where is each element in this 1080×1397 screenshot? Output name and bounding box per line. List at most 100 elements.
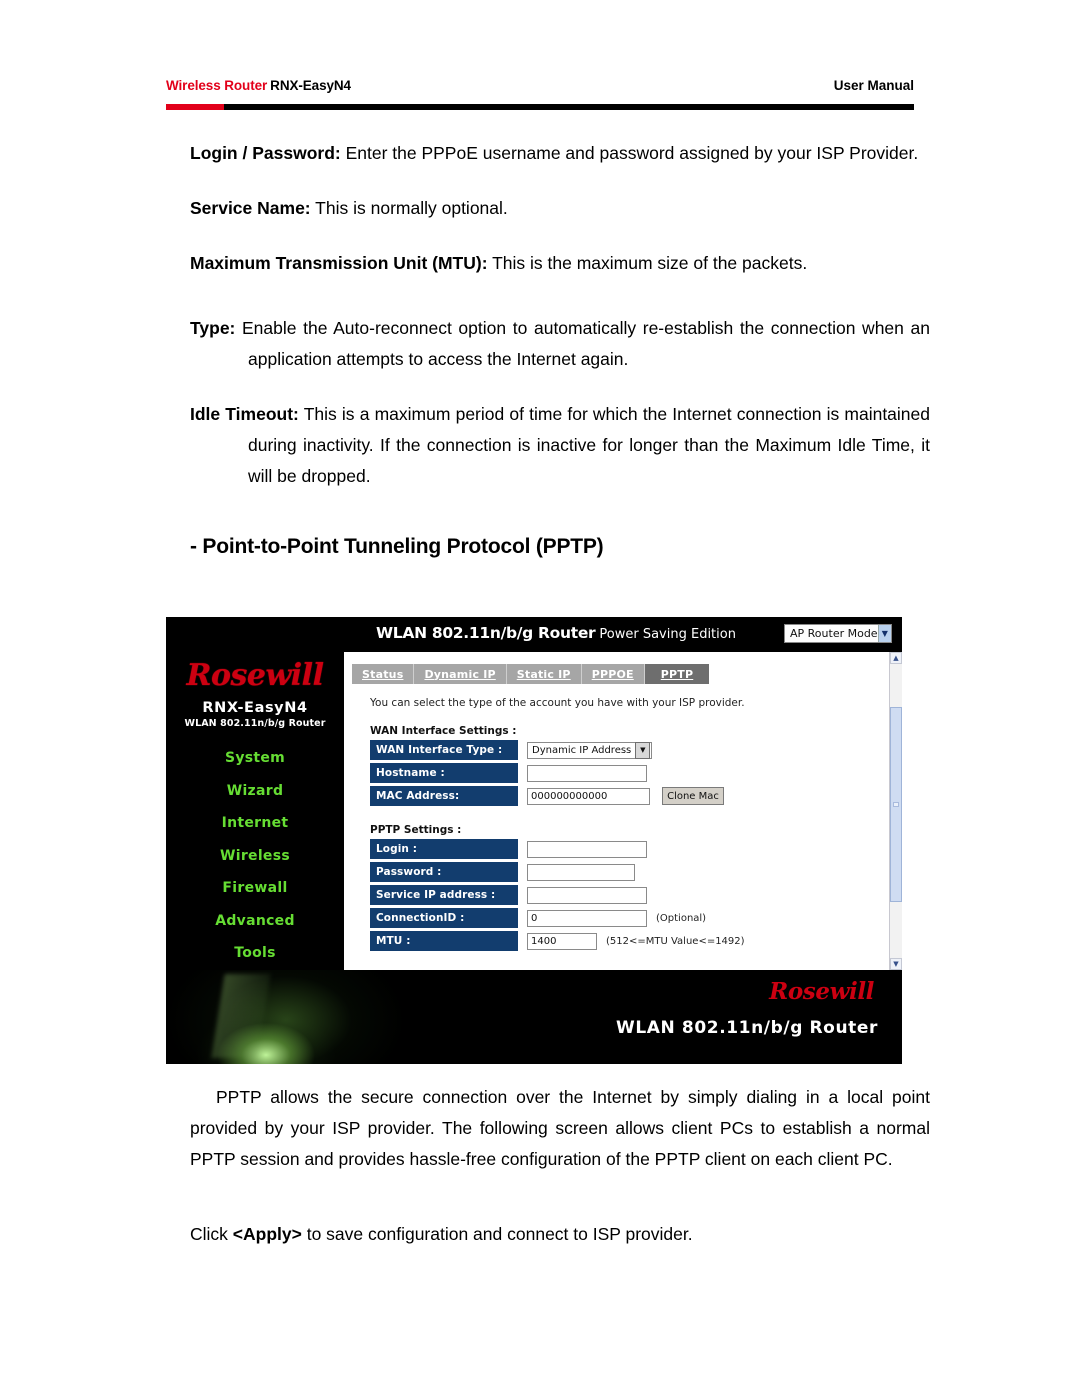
- panel-intro-text: You can select the type of the account y…: [370, 697, 745, 709]
- pptp-settings-rows: Login : Password : Service IP address : …: [370, 839, 745, 954]
- header-model: RNX-EasyN4: [270, 78, 351, 93]
- control-mtu: 1400 (512<=MTU Value<=1492): [527, 932, 745, 950]
- sidebar-model: RNX-EasyN4: [202, 700, 308, 716]
- form-row-password: Password :: [370, 862, 745, 882]
- router-content-panel: Status Dynamic IP Static IP PPPOE PPTP Y…: [344, 652, 889, 970]
- label-wan-interface-type: WAN Interface Type :: [370, 740, 518, 760]
- ap-router-mode-value: AP Router Mode: [790, 627, 878, 640]
- banner-rosewill-logo: Rosewill: [769, 978, 874, 1005]
- connection-id-input[interactable]: 0: [527, 909, 647, 927]
- chevron-down-icon: ▼: [635, 741, 651, 759]
- router-topbar-title-sub: Power Saving Edition: [599, 627, 736, 642]
- paragraph-type-label: Type:: [190, 318, 236, 338]
- form-row-connection-id: ConnectionID : 0 (Optional): [370, 908, 745, 928]
- sidebar-item-advanced[interactable]: Advanced: [166, 905, 344, 938]
- router-topbar-title-main: WLAN 802.11n/b/g Router: [376, 624, 596, 642]
- router-topbar-title: WLAN 802.11n/b/g Router Power Saving Edit…: [376, 624, 736, 642]
- banner-glow: [166, 970, 466, 1064]
- router-footer-banner: Rosewill WLAN 802.11n/b/g Router: [166, 970, 902, 1064]
- tab-pppoe[interactable]: PPPOE: [581, 664, 645, 684]
- section-heading-pptp: - Point-to-Point Tunneling Protocol (PPT…: [190, 535, 604, 558]
- control-connection-id: 0 (Optional): [527, 909, 707, 927]
- sidebar-item-internet[interactable]: Internet: [166, 807, 344, 840]
- sidebar-item-system[interactable]: System: [166, 742, 344, 775]
- form-row-mtu: MTU : 1400 (512<=MTU Value<=1492): [370, 931, 745, 951]
- scrollbar-down-button[interactable]: ▼: [890, 958, 902, 970]
- mtu-hint: (512<=MTU Value<=1492): [606, 935, 745, 947]
- clone-mac-button[interactable]: Clone Mac: [662, 787, 724, 805]
- label-mac-address: MAC Address:: [370, 786, 518, 806]
- paragraph-service-name-label: Service Name:: [190, 198, 311, 218]
- service-ip-address-input[interactable]: [527, 886, 647, 904]
- paragraph-type: Type: Enable the Auto-reconnect option t…: [190, 313, 930, 375]
- paragraph-idle-timeout-label: Idle Timeout:: [190, 404, 299, 424]
- mac-address-input[interactable]: 000000000000: [527, 787, 650, 805]
- mtu-input[interactable]: 1400: [527, 932, 597, 950]
- paragraph-apply-note: Click <Apply> to save configuration and …: [190, 1219, 930, 1250]
- router-ui-screenshot: WLAN 802.11n/b/g Router Power Saving Edit…: [166, 617, 902, 1064]
- header-rule-black: [224, 104, 914, 110]
- page-header: Wireless Router RNX-EasyN4 User Manual: [166, 78, 914, 102]
- tab-pptp[interactable]: PPTP: [644, 664, 710, 684]
- header-rule-red: [166, 104, 224, 110]
- scrollbar-thumb[interactable]: [890, 707, 902, 902]
- label-mtu: MTU :: [370, 931, 518, 951]
- wan-settings-rows: WAN Interface Type : Dynamic IP Address …: [370, 740, 724, 809]
- paragraph-login-password-label: Login / Password:: [190, 143, 341, 163]
- banner-product-text: WLAN 802.11n/b/g Router: [616, 1018, 878, 1038]
- label-password: Password :: [370, 862, 518, 882]
- wan-interface-type-select[interactable]: Dynamic IP Address ▼: [527, 741, 653, 759]
- sidebar-item-firewall[interactable]: Firewall: [166, 872, 344, 905]
- form-row-login: Login :: [370, 839, 745, 859]
- label-login: Login :: [370, 839, 518, 859]
- form-row-wan-interface-type: WAN Interface Type : Dynamic IP Address …: [370, 740, 724, 760]
- login-input[interactable]: [527, 840, 647, 858]
- paragraph-apply-suffix: to save configuration and connect to ISP…: [301, 1224, 693, 1244]
- wan-settings-group-title: WAN Interface Settings :: [370, 725, 517, 737]
- router-topbar: WLAN 802.11n/b/g Router Power Saving Edit…: [166, 617, 902, 652]
- sidebar-menu: System Wizard Internet Wireless Firewall…: [166, 742, 344, 970]
- control-service-ip-address: [527, 886, 647, 904]
- paragraph-login-password-text: Enter the PPPoE username and password as…: [340, 143, 919, 163]
- control-password: [527, 863, 635, 881]
- control-mac-address: 000000000000 Clone Mac: [527, 787, 724, 805]
- chevron-down-icon: ▼: [877, 625, 891, 642]
- control-login: [527, 840, 647, 858]
- paragraph-idle-timeout: Idle Timeout: This is a maximum period o…: [190, 399, 930, 492]
- password-input[interactable]: [527, 863, 635, 881]
- sidebar-model-subtitle: WLAN 802.11n/b/g Router: [184, 718, 326, 729]
- paragraph-mtu-label: Maximum Transmission Unit (MTU):: [190, 253, 488, 273]
- paragraph-service-name-text: This is normally optional.: [310, 198, 508, 218]
- router-sidebar: Rosewill RNX-EasyN4 WLAN 802.11n/b/g Rou…: [166, 652, 344, 970]
- control-wan-interface-type: Dynamic IP Address ▼: [527, 741, 653, 759]
- tab-dynamic-ip[interactable]: Dynamic IP: [414, 664, 507, 684]
- document-body: Login / Password: Enter the PPPoE userna…: [190, 138, 930, 562]
- sidebar-item-wizard[interactable]: Wizard: [166, 775, 344, 808]
- hostname-input[interactable]: [527, 764, 647, 782]
- paragraph-service-name: Service Name: This is normally optional.: [190, 193, 930, 224]
- browser-scrollbar[interactable]: ▲ ▼: [889, 652, 902, 970]
- label-service-ip-address: Service IP address :: [370, 885, 518, 905]
- sidebar-item-wireless[interactable]: Wireless: [166, 840, 344, 873]
- sidebar-item-tools[interactable]: Tools: [166, 937, 344, 970]
- scrollbar-grip: [893, 801, 899, 807]
- form-row-hostname: Hostname :: [370, 763, 724, 783]
- form-row-mac-address: MAC Address: 000000000000 Clone Mac: [370, 786, 724, 806]
- label-hostname: Hostname :: [370, 763, 518, 783]
- tab-static-ip[interactable]: Static IP: [506, 664, 582, 684]
- header-product-line: Wireless Router RNX-EasyN4: [166, 78, 351, 93]
- pptp-settings-group-title: PPTP Settings :: [370, 824, 462, 836]
- tab-status[interactable]: Status: [352, 664, 415, 684]
- paragraph-type-text: Enable the Auto-reconnect option to auto…: [235, 318, 930, 369]
- scrollbar-up-button[interactable]: ▲: [890, 652, 902, 664]
- connection-id-hint: (Optional): [656, 912, 707, 924]
- document-body-lower: PPTP allows the secure connection over t…: [190, 1082, 930, 1250]
- paragraph-apply-prefix: Click: [190, 1224, 233, 1244]
- ap-router-mode-select[interactable]: AP Router Mode ▼: [784, 624, 892, 643]
